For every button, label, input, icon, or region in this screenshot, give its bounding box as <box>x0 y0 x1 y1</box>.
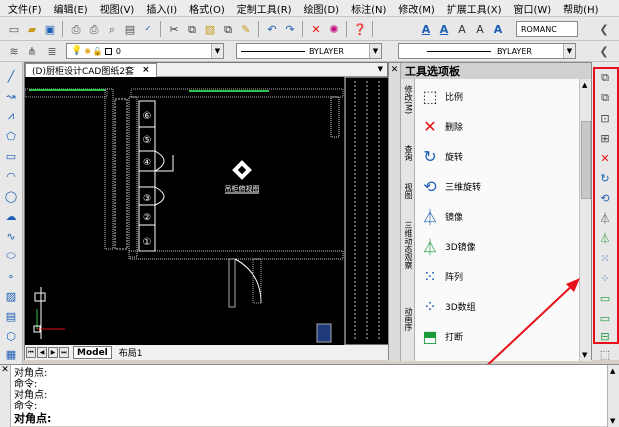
command-window: ✕ 对角点: 命令: 对角点: 命令: 对角点: ▲ ▼ <box>0 364 619 427</box>
cmd-scroll-up-icon[interactable]: ▲ <box>610 367 615 375</box>
annotation-arrow <box>477 278 580 375</box>
cmd-scroll-down-icon[interactable]: ▼ <box>610 417 615 425</box>
command-history-line: 命令: <box>14 379 38 390</box>
command-prompt[interactable]: 对角点: <box>14 413 51 424</box>
command-scrollbar[interactable]: ▲ ▼ <box>607 365 619 427</box>
command-close-icon[interactable]: ✕ <box>0 365 11 427</box>
command-history-line: 对角点: <box>14 390 48 401</box>
command-history-line: 对角点: <box>14 368 48 379</box>
command-history-line: 命令: <box>14 401 38 412</box>
